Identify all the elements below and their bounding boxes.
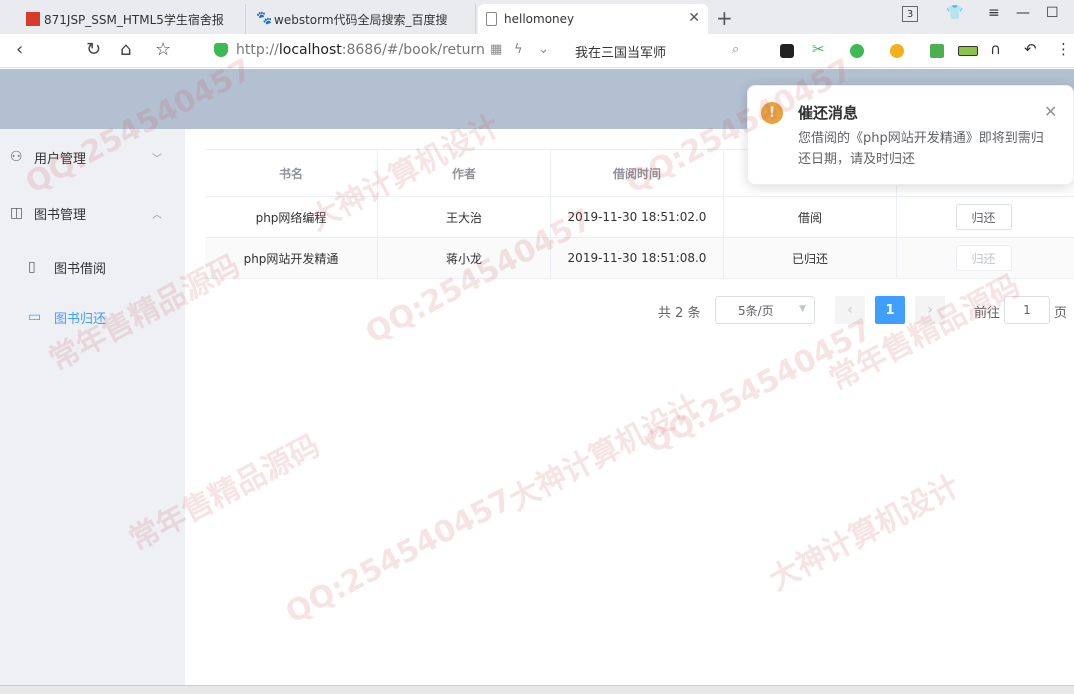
cell-time: 2019-11-30 18:51:08.0 (551, 238, 724, 278)
cell-author: 蒋小龙 (378, 238, 551, 278)
sidebar-item-label: 图书管理 (34, 207, 87, 223)
url-prefix: http:// (236, 42, 279, 58)
cell-action: 归还 (897, 197, 1070, 237)
menu-icon[interactable]: ≡ (988, 5, 1000, 21)
table-row: php网站开发精通 蒋小龙 2019-11-30 18:51:08.0 已归还 … (205, 238, 1074, 279)
lightning-icon[interactable]: ϟ (514, 42, 523, 57)
browser-tab-title: 871JSP_SSM_HTML5学生宿舍报 (44, 12, 224, 27)
user-icon: ⚇ (10, 149, 23, 165)
browser-tab-title: webstorm代码全局搜索_百度搜 (274, 12, 448, 27)
browser-tabbar: 871JSP_SSM_HTML5学生宿舍报 🐾 webstorm代码全局搜索_百… (0, 0, 1074, 34)
chevron-down-icon[interactable]: ⌄ (538, 42, 549, 57)
sidebar-item-label: 图书借阅 (54, 261, 107, 277)
sidebar-item-book-return[interactable]: ▭ 图书归还 (0, 289, 185, 345)
chevron-left-icon: ‹ (847, 302, 853, 318)
cell-status: 已归还 (724, 238, 897, 278)
home-icon[interactable]: ⌂ (120, 40, 131, 60)
watermark: QQ:254540457 (640, 312, 878, 461)
red-square-icon (26, 12, 40, 26)
browser-statusbar (0, 685, 1074, 694)
cell-action: 归还 (897, 238, 1070, 278)
url-host: localhost (278, 42, 342, 58)
close-tab-icon[interactable]: ✕ (688, 10, 700, 26)
chevron-right-icon: › (927, 302, 933, 318)
close-icon[interactable]: ✕ (1044, 102, 1057, 121)
cell-status: 借阅 (724, 197, 897, 237)
more-icon[interactable]: ⋮ (1056, 40, 1071, 58)
page-size-value: 5条/页 (738, 303, 774, 318)
column-header-borrow-time: 借阅时间 (551, 150, 724, 196)
watermark: 常年售精品源码 (823, 268, 1026, 398)
cell-time: 2019-11-30 18:51:02.0 (551, 197, 724, 237)
cell-title: php网络编程 (205, 197, 378, 237)
next-page-button[interactable]: › (915, 296, 945, 324)
prev-page-button[interactable]: ‹ (835, 296, 865, 324)
shirt-icon[interactable]: 👕 (946, 5, 963, 21)
page-icon (486, 12, 497, 26)
browser-addressbar: ‹ ↻ ⌂ ☆ http://localhost:8686/#/book/ret… (0, 34, 1074, 68)
return-button-disabled: 归还 (955, 245, 1012, 271)
qr-icon[interactable]: ▦ (490, 42, 502, 57)
tab-count-badge[interactable]: 3 (902, 6, 918, 22)
page-number-current[interactable]: 1 (875, 296, 905, 324)
return-button[interactable]: 归还 (955, 204, 1012, 230)
sidebar-item-label: 图书归还 (54, 311, 107, 327)
shield-icon (214, 43, 228, 57)
table-row: php网络编程 王大治 2019-11-30 18:51:02.0 借阅 归还 (205, 197, 1074, 238)
goto-label: 前往 (974, 306, 1001, 321)
book-icon: ◫ (10, 205, 24, 221)
url-path: :8686/#/book/return (341, 42, 485, 58)
baidu-paw-icon: 🐾 (256, 11, 273, 26)
notification-title: 催还消息 (798, 104, 859, 122)
search-icon[interactable]: ⌕ (732, 42, 739, 57)
watermark: 大神计算机设计 (763, 468, 966, 598)
translate-icon[interactable] (850, 44, 864, 58)
headphones-icon[interactable]: ∩ (990, 40, 1001, 58)
browser-tab-active[interactable]: hellomoney ✕ (478, 4, 708, 34)
sidebar-item-book-borrow[interactable]: ▯ 图书借阅 (0, 239, 185, 295)
book-return-icon: ▭ (28, 309, 42, 325)
pagination-total: 共 2 条 (658, 306, 701, 321)
undo-icon[interactable]: ↶ (1024, 40, 1037, 58)
return-reminder-notification: ! 催还消息 您借阅的《php网站开发精通》即将到需归还日期，请及时归还 ✕ (747, 85, 1074, 185)
cell-author: 王大治 (378, 197, 551, 237)
new-tab-icon[interactable]: + (716, 6, 733, 30)
page-size-select[interactable]: 5条/页 ▼ (715, 296, 815, 324)
goto-suffix: 页 (1054, 306, 1068, 321)
goto-page-input[interactable]: 1 (1004, 296, 1050, 324)
maximize-icon[interactable]: ☐ (1046, 5, 1059, 21)
column-header-title: 书名 (205, 150, 378, 196)
cell-title: php网站开发精通 (205, 238, 378, 278)
chevron-down-icon: ﹀ (152, 153, 162, 165)
notification-message: 您借阅的《php网站开发精通》即将到需归还日期，请及时归还 (798, 131, 1044, 167)
reload-icon[interactable]: ↻ (86, 40, 101, 60)
book-open-icon: ▯ (28, 259, 36, 275)
battery-icon[interactable] (958, 46, 978, 56)
star-icon[interactable]: ☆ (155, 40, 171, 60)
watermark: QQ:254540457 (280, 482, 518, 631)
url-field[interactable]: http://localhost:8686/#/book/return (236, 42, 496, 58)
watermark: 大神计算机设计 (503, 388, 706, 518)
coupon-icon[interactable] (890, 44, 904, 58)
sidebar-item-label: 用户管理 (34, 151, 87, 167)
scissors-icon[interactable]: ✂ (812, 40, 825, 58)
chevron-down-icon: ▼ (799, 304, 806, 314)
chevron-up-icon: ︿ (152, 209, 162, 221)
back-icon[interactable]: ‹ (16, 40, 23, 60)
apps-icon[interactable] (930, 44, 944, 58)
browser-tab-2[interactable]: 🐾 webstorm代码全局搜索_百度搜 (248, 4, 476, 34)
minimize-icon[interactable]: — (1016, 5, 1030, 21)
column-header-author: 作者 (378, 150, 551, 196)
sidebar-item-user-management[interactable]: ⚇ 用户管理 ﹀ (0, 129, 185, 185)
extension-icon[interactable] (780, 44, 794, 58)
browser-tab-1[interactable]: 871JSP_SSM_HTML5学生宿舍报 (18, 4, 246, 34)
sidebar: ⚇ 用户管理 ﹀ ◫ 图书管理 ︿ ▯ 图书借阅 ▭ 图书归还 (0, 129, 185, 685)
search-input[interactable]: 我在三国当军师 (575, 42, 666, 61)
browser-tab-title: hellomoney (504, 12, 575, 26)
sidebar-item-book-management[interactable]: ◫ 图书管理 ︿ (0, 185, 185, 241)
warning-icon: ! (761, 102, 783, 124)
